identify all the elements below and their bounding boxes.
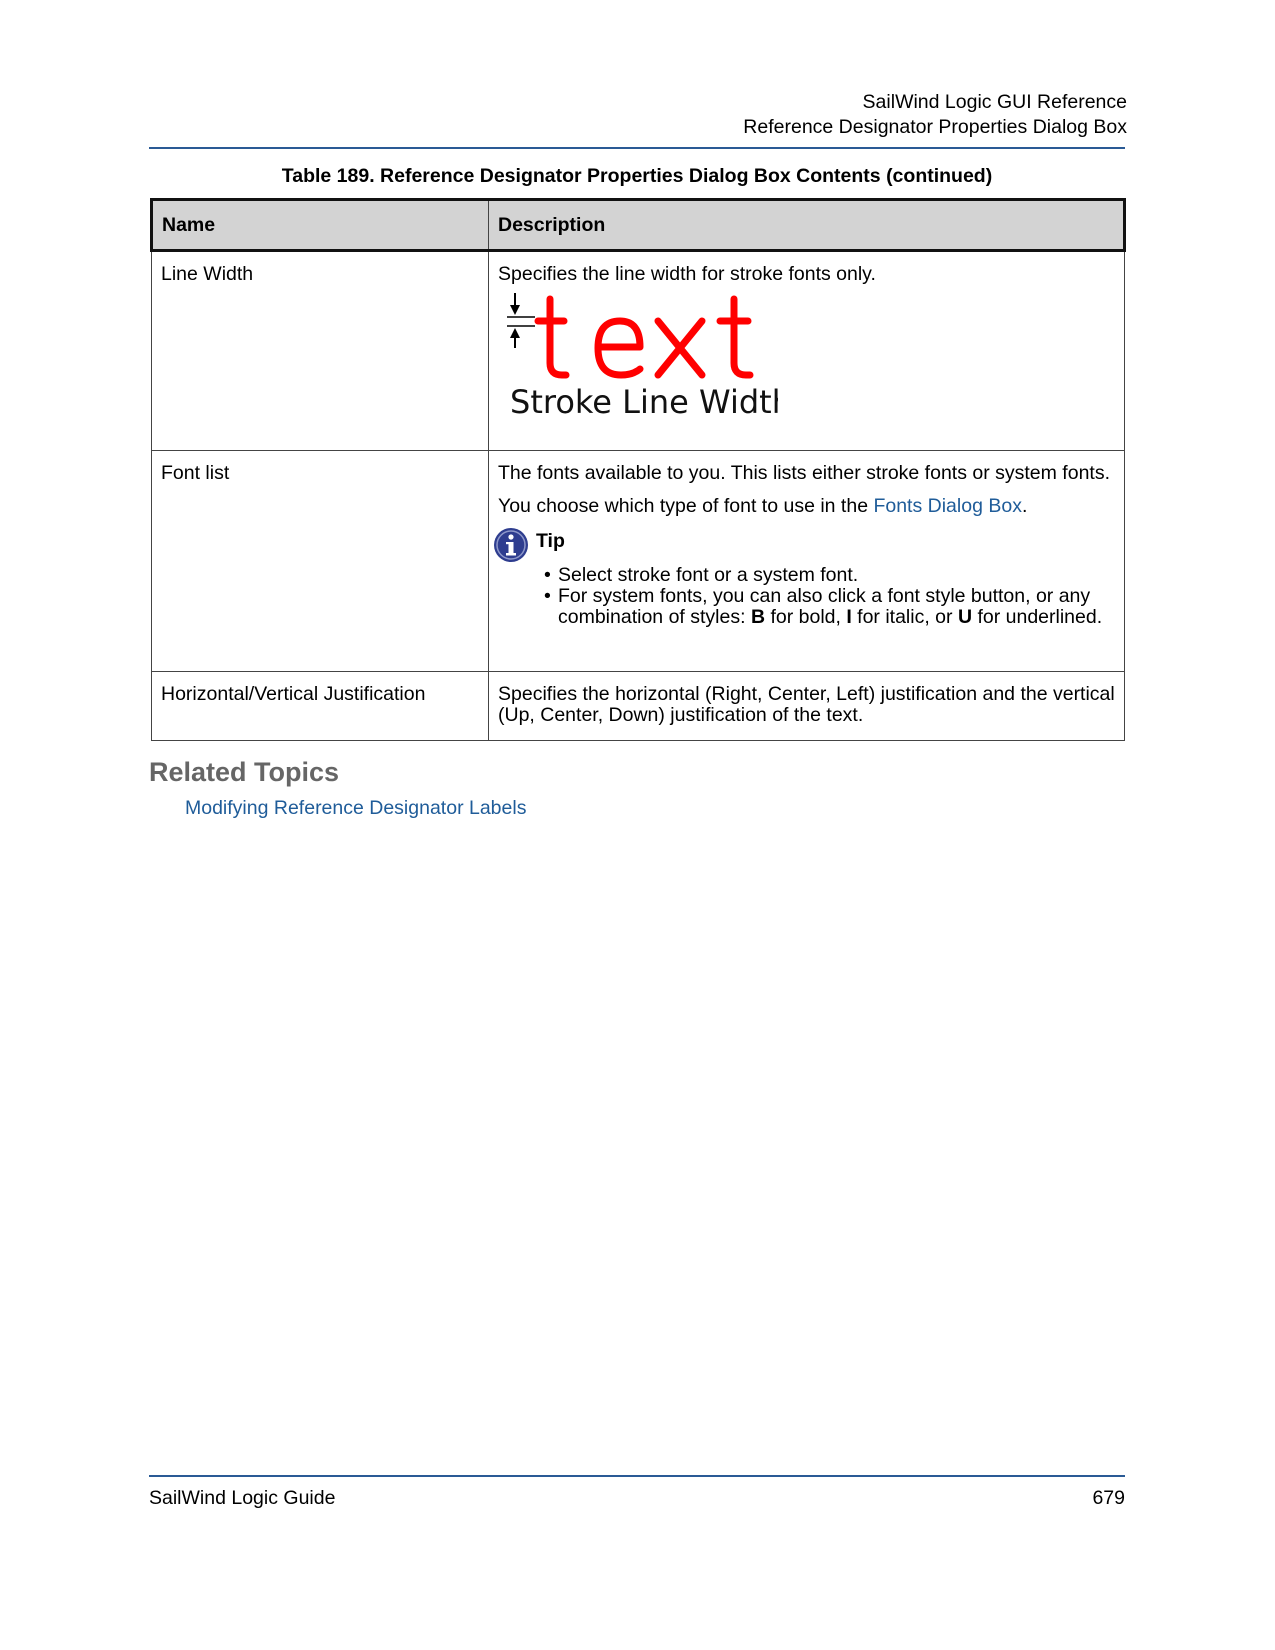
description-text: Specifies the line width for stroke font… (498, 263, 876, 285)
properties-table: Name Description Line Width Specifies th… (150, 198, 1126, 741)
list-item: For system fonts, you can also click a f… (544, 586, 1115, 628)
tip-heading: Tip (494, 527, 1115, 563)
row-description-font-list: The fonts available to you. This lists e… (488, 450, 1125, 672)
footer-guide-name: SailWind Logic Guide (149, 1487, 336, 1509)
info-icon (494, 528, 528, 562)
column-header-description: Description (488, 198, 1126, 252)
description-text-2-start: You choose which type of font to use in … (498, 495, 874, 517)
page-number: 679 (1092, 1487, 1125, 1509)
header-rule (149, 147, 1125, 149)
tip-box: Tip Select stroke font or a system font.… (494, 527, 1115, 628)
fonts-dialog-box-link[interactable]: Fonts Dialog Box (873, 495, 1022, 517)
column-header-name: Name (150, 198, 489, 252)
underline-style-letter: U (957, 606, 973, 628)
related-topics-heading: Related Topics (149, 757, 340, 787)
header-guide-title: SailWind Logic GUI Reference (862, 91, 1127, 113)
table-header-row: Name Description (150, 198, 1126, 252)
table-row: Font list The fonts available to you. Th… (151, 450, 1125, 672)
running-header: SailWind Logic GUI Reference Reference D… (743, 90, 1127, 140)
row-description-justification: Specifies the horizontal (Right, Center,… (488, 671, 1125, 741)
related-topic-link[interactable]: Modifying Reference Designator Labels (185, 797, 526, 820)
table-row: Line Width Specifies the line width for … (151, 250, 1125, 451)
row-name-font-list: Font list (151, 450, 489, 672)
tip-label: Tip (536, 529, 565, 552)
footer-rule (149, 1475, 1125, 1477)
tip-text: for underlined. (972, 606, 1103, 628)
row-name-justification: Horizontal/Vertical Justification (151, 671, 489, 741)
tip-text: for italic, or (851, 606, 958, 628)
list-item: Select stroke font or a system font. (544, 565, 1115, 587)
description-text: The fonts available to you. This lists e… (498, 462, 1110, 484)
description-text-2-end: . (1021, 495, 1028, 517)
dimension-arrows-icon (507, 293, 535, 348)
illustration-caption: Stroke Line Width (510, 383, 778, 419)
description-text-2: You choose which type of font to use in … (498, 496, 1115, 517)
row-description-line-width: Specifies the line width for stroke font… (488, 250, 1125, 451)
bold-style-letter: B (750, 606, 766, 628)
tip-text: for bold, (765, 606, 847, 628)
row-name-line-width: Line Width (151, 250, 489, 451)
table-row: Horizontal/Vertical Justification Specif… (151, 671, 1125, 741)
table-caption: Table 189. Reference Designator Properti… (281, 165, 993, 187)
tip-list: Select stroke font or a system font. For… (544, 565, 1115, 628)
header-section-title: Reference Designator Properties Dialog B… (743, 116, 1127, 138)
stroke-line-width-illustration: Stroke Line Width (507, 293, 778, 419)
stroke-text-sample (534, 295, 754, 379)
